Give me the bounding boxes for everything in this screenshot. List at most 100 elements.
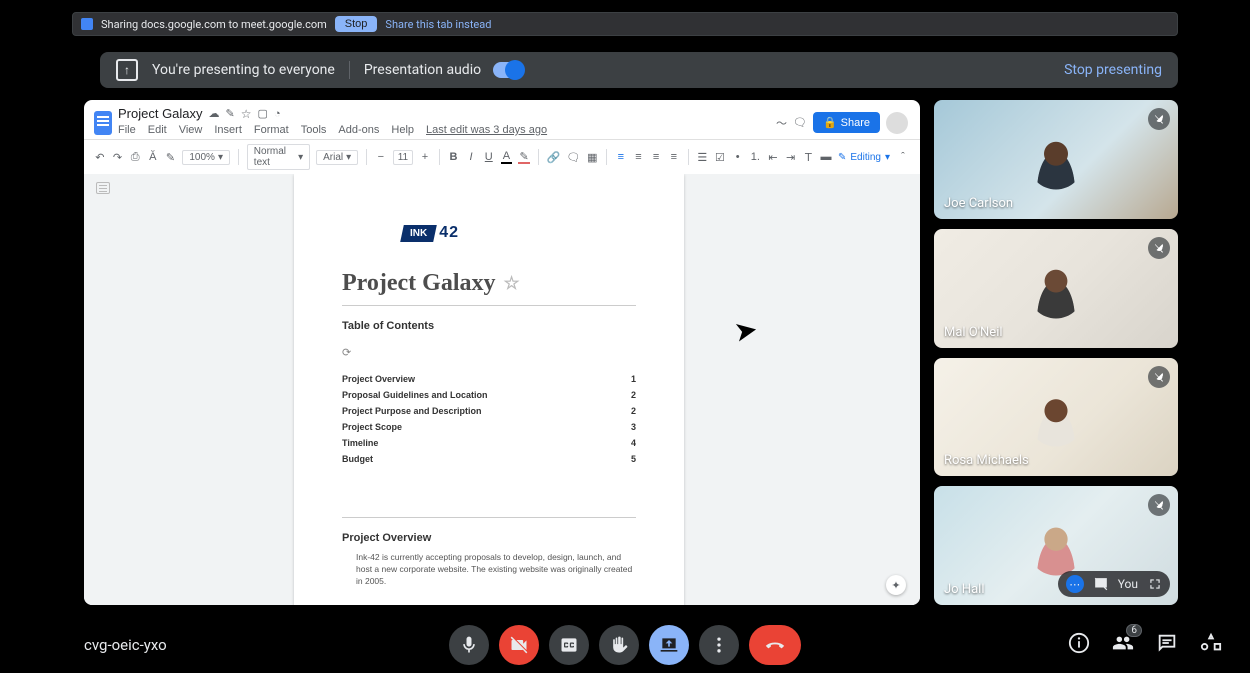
presenting-text: You're presenting to everyone [152, 62, 335, 78]
font-size[interactable]: 11 [393, 150, 413, 165]
toc-row[interactable]: Project Scope3 [342, 419, 636, 435]
you-label: You [1118, 577, 1138, 591]
explore-icon[interactable]: ✦ [886, 575, 906, 595]
menu-help[interactable]: Help [391, 124, 414, 136]
menu-edit[interactable]: Edit [148, 124, 167, 136]
toc-refresh-icon[interactable]: ⟳ [342, 346, 636, 359]
more-icon[interactable]: ▬ [820, 150, 832, 164]
move-icon[interactable]: ▢ [258, 107, 268, 120]
outline-toggle-icon[interactable] [96, 182, 110, 194]
people-button[interactable]: 6 [1112, 632, 1134, 658]
chrome-stop-button[interactable]: Stop [335, 16, 378, 32]
dec-font-icon[interactable]: − [375, 150, 387, 164]
presentation-audio-toggle[interactable] [493, 62, 523, 78]
inc-font-icon[interactable]: + [419, 150, 431, 164]
participant-name: Mal O'Neil [944, 325, 1003, 340]
stop-presenting-button[interactable]: Stop presenting [1064, 62, 1162, 78]
undo-icon[interactable]: ↶ [94, 150, 106, 164]
print-icon[interactable]: ⎙ [129, 150, 141, 164]
line-spacing-icon[interactable]: ☰ [696, 150, 708, 164]
style-select[interactable]: Normal text ▾ [247, 144, 310, 170]
italic-icon[interactable]: I [465, 150, 477, 164]
mouse-cursor-icon: ➤ [731, 312, 760, 349]
toc-row[interactable]: Proposal Guidelines and Location2 [342, 387, 636, 403]
align-center-icon[interactable]: ≡ [633, 150, 645, 164]
offline-icon: ✎ [226, 107, 235, 120]
redo-icon[interactable]: ↷ [112, 150, 124, 164]
meeting-details-button[interactable] [1068, 632, 1090, 658]
participant-name: Jo Hall [944, 582, 984, 597]
logo-ink-text: INK [410, 228, 427, 239]
link-icon[interactable]: 🔗 [547, 150, 561, 164]
participant-tile[interactable]: Mal O'Neil [934, 229, 1178, 348]
activities-button[interactable] [1200, 632, 1222, 658]
menu-tools[interactable]: Tools [301, 124, 327, 136]
share-label: Share [841, 117, 870, 129]
zoom-select[interactable]: 100% ▾ [182, 150, 230, 165]
section-heading: Project Overview [342, 532, 636, 544]
toc-row[interactable]: Timeline4 [342, 435, 636, 451]
lock-icon: 🔒 [823, 116, 837, 129]
camera-off-button[interactable] [499, 625, 539, 665]
more-options-icon[interactable]: ⋯ [1066, 575, 1084, 593]
activity-icon[interactable]: 〜 [776, 115, 787, 131]
end-call-button[interactable] [749, 625, 801, 665]
comments-icon[interactable]: 🗨 [793, 116, 807, 129]
bold-icon[interactable]: B [448, 150, 460, 164]
comment-icon[interactable]: 🗨 [566, 150, 580, 164]
inc-indent-icon[interactable]: ⇥ [785, 150, 797, 164]
paint-format-icon[interactable]: ✎ [165, 150, 177, 164]
doc-title[interactable]: Project Galaxy [118, 106, 203, 121]
toc-row[interactable]: Budget5 [342, 451, 636, 467]
toc-row[interactable]: Project Purpose and Description2 [342, 403, 636, 419]
share-tab-instead-link[interactable]: Share this tab instead [385, 18, 491, 31]
star-icon[interactable]: ☆ [241, 107, 252, 121]
align-right-icon[interactable]: ≡ [650, 150, 662, 164]
last-edit-text[interactable]: Last edit was 3 days ago [426, 124, 547, 136]
menu-insert[interactable]: Insert [214, 124, 242, 136]
participant-tile[interactable]: Rosa Michaels [934, 358, 1178, 477]
menu-format[interactable]: Format [254, 124, 289, 136]
participant-count-badge: 6 [1126, 624, 1142, 637]
right-controls: 6 [1068, 632, 1222, 658]
dec-indent-icon[interactable]: ⇤ [767, 150, 779, 164]
muted-mic-icon [1148, 494, 1170, 516]
document-page: INK 42 Project Galaxy ☆ Table of Content… [294, 174, 684, 605]
align-left-icon[interactable]: ≡ [615, 150, 627, 164]
more-options-button[interactable] [699, 625, 739, 665]
image-icon[interactable]: ▦ [586, 150, 598, 164]
sharing-text: Sharing docs.google.com to meet.google.c… [101, 18, 327, 31]
spellcheck-icon[interactable]: Ă [147, 150, 159, 164]
meeting-controls [449, 625, 801, 665]
captions-button[interactable] [549, 625, 589, 665]
checklist-icon[interactable]: ☑ [714, 150, 726, 164]
participant-tile-self[interactable]: Jo Hall ⋯ You [934, 486, 1178, 605]
menu-file[interactable]: File [118, 124, 136, 136]
menu-addons[interactable]: Add-ons [338, 124, 379, 136]
clear-format-icon[interactable]: Ｔ [802, 150, 814, 164]
expand-icon[interactable] [1148, 577, 1162, 591]
account-avatar[interactable] [886, 112, 908, 134]
muted-mic-icon [1148, 366, 1170, 388]
participant-tile[interactable]: Joe Carlson [934, 100, 1178, 219]
bulleted-list-icon[interactable]: • [732, 150, 744, 164]
toc-row[interactable]: Project Overview1 [342, 371, 636, 387]
share-button[interactable]: 🔒 Share [813, 112, 880, 133]
align-justify-icon[interactable]: ≡ [668, 150, 680, 164]
font-select[interactable]: Arial ▾ [316, 150, 358, 165]
raise-hand-button[interactable] [599, 625, 639, 665]
underline-icon[interactable]: U [483, 150, 495, 164]
mic-button[interactable] [449, 625, 489, 665]
participant-name: Rosa Michaels [944, 453, 1029, 468]
highlight-icon[interactable]: ✎ [518, 150, 530, 164]
collapse-icon[interactable]: ˆ [896, 150, 910, 164]
editing-mode[interactable]: ✎ Editing ▾ [838, 152, 890, 163]
numbered-list-icon[interactable]: 1. [749, 150, 761, 164]
logo-number: 42 [439, 224, 459, 242]
menu-view[interactable]: View [179, 124, 203, 136]
remove-tile-icon[interactable] [1094, 577, 1108, 591]
present-screen-button[interactable] [649, 625, 689, 665]
status-icon[interactable]: ◔ [274, 108, 281, 120]
text-color-icon[interactable]: A [501, 150, 513, 164]
chat-button[interactable] [1156, 632, 1178, 658]
